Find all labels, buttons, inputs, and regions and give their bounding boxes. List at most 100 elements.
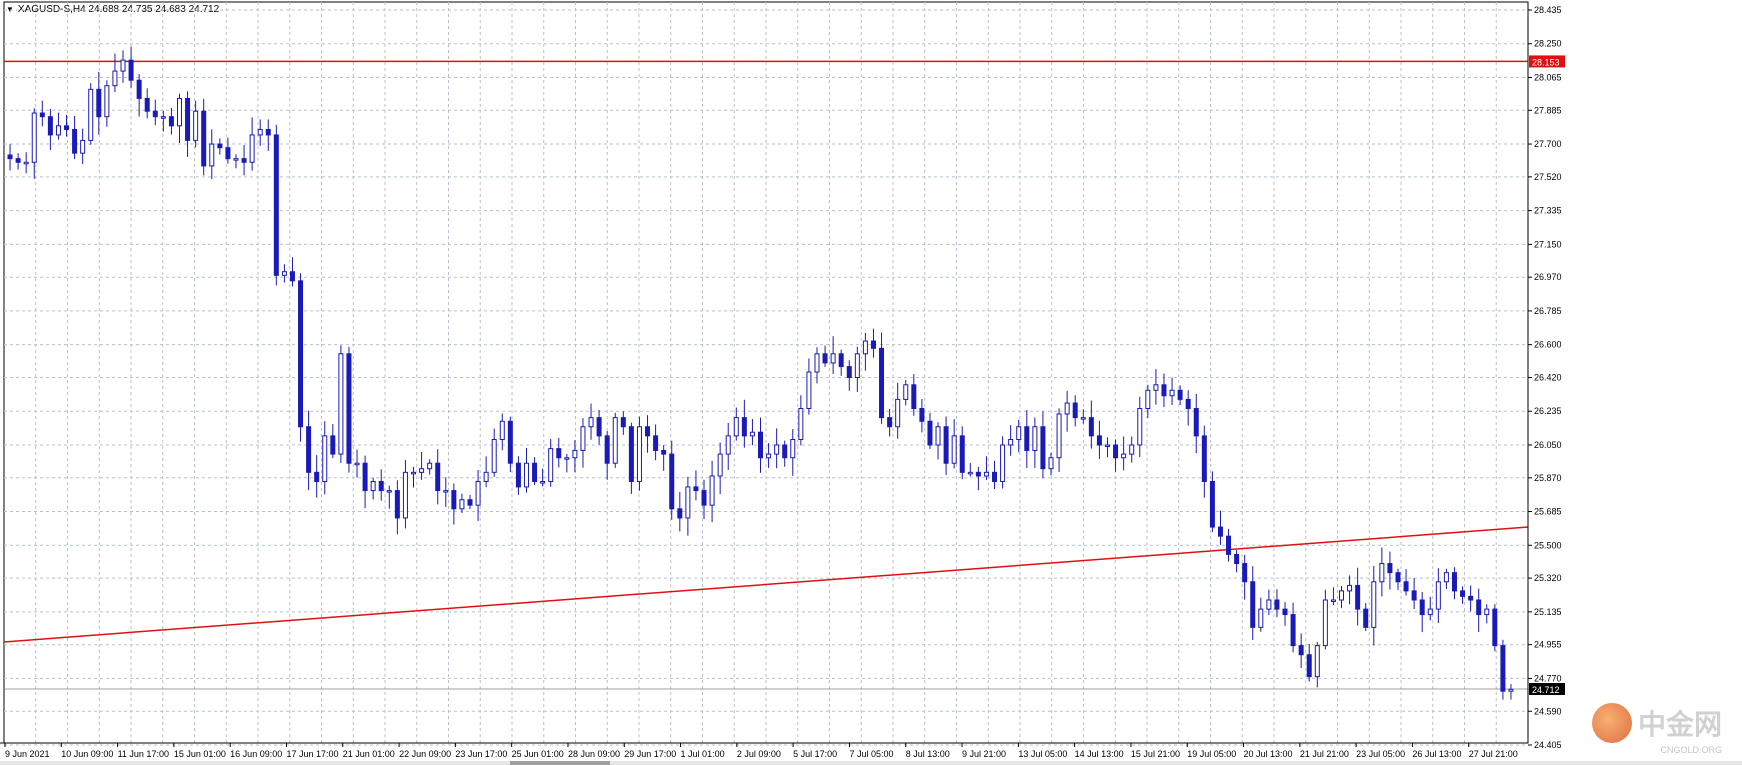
candle-body-bull bbox=[548, 448, 554, 482]
candle bbox=[1193, 393, 1199, 453]
candle-body-bull bbox=[967, 471, 973, 475]
candle bbox=[55, 112, 61, 140]
candle bbox=[887, 408, 893, 437]
candle bbox=[1330, 587, 1336, 606]
candle bbox=[515, 456, 521, 495]
candle bbox=[1129, 436, 1135, 463]
price-tick-label: 25.320 bbox=[1534, 573, 1562, 583]
candle-body-bear bbox=[1290, 614, 1296, 647]
candle bbox=[1161, 373, 1167, 408]
candle-body-bull bbox=[1379, 563, 1385, 583]
candle bbox=[992, 460, 998, 490]
candle bbox=[556, 438, 562, 468]
candle bbox=[967, 463, 973, 477]
candle-body-bull bbox=[1129, 444, 1135, 455]
candle-body-bear bbox=[201, 110, 207, 167]
time-tick-label: 21 Jul 21:00 bbox=[1300, 749, 1349, 759]
candle bbox=[1355, 567, 1361, 626]
candle bbox=[249, 117, 255, 171]
candle bbox=[31, 108, 37, 179]
price-tick-label: 24.405 bbox=[1534, 740, 1562, 750]
candle bbox=[1476, 588, 1482, 633]
candle bbox=[1322, 589, 1328, 650]
candle-body-bull bbox=[386, 490, 392, 493]
candle bbox=[1298, 633, 1304, 669]
candle-body-bear bbox=[1209, 480, 1215, 528]
time-tick-label: 9 Jul 21:00 bbox=[962, 749, 1006, 759]
candle-body-bull bbox=[80, 139, 86, 154]
candle bbox=[1064, 390, 1070, 432]
candle bbox=[1258, 597, 1264, 632]
candle-body-bull bbox=[120, 59, 126, 72]
candle bbox=[168, 107, 174, 135]
candle-body-bull bbox=[1339, 590, 1345, 601]
candle-body-bear bbox=[1274, 599, 1280, 610]
candle bbox=[1056, 408, 1062, 472]
candle-body-bear bbox=[870, 340, 876, 349]
candle-body-bear bbox=[289, 271, 295, 282]
candle bbox=[927, 412, 933, 450]
candle bbox=[411, 466, 417, 488]
candle-body-bull bbox=[1121, 453, 1127, 459]
candle bbox=[96, 71, 102, 135]
time-tick-label: 2 Jul 09:00 bbox=[737, 749, 781, 759]
current-price-label: 24.712 bbox=[1532, 685, 1560, 695]
candle-body-bear bbox=[515, 462, 521, 488]
candle bbox=[298, 273, 304, 442]
candle bbox=[1274, 589, 1280, 618]
candle bbox=[378, 469, 384, 501]
candle bbox=[257, 119, 263, 146]
price-tick-label: 26.970 bbox=[1534, 272, 1562, 282]
candle bbox=[879, 332, 885, 424]
candle-body-bull bbox=[1322, 599, 1328, 647]
candle-body-bull bbox=[774, 444, 780, 455]
candle bbox=[620, 411, 626, 435]
candle bbox=[1234, 550, 1240, 573]
candle-body-bull bbox=[814, 353, 820, 373]
time-tick-label: 11 Jun 17:00 bbox=[118, 749, 169, 759]
candle bbox=[604, 431, 610, 480]
candle-body-bull bbox=[31, 112, 37, 163]
candle bbox=[693, 470, 699, 501]
candle-body-bear bbox=[1468, 595, 1474, 601]
candle-body-bear bbox=[741, 417, 747, 437]
bottom-scrollbar[interactable] bbox=[0, 761, 1742, 765]
candle-body-bull bbox=[1153, 384, 1159, 391]
price-tick-label: 26.420 bbox=[1534, 373, 1562, 383]
candle bbox=[1282, 601, 1288, 626]
candle bbox=[1104, 437, 1110, 458]
scrollbar-thumb[interactable] bbox=[510, 761, 610, 765]
candle bbox=[1024, 410, 1030, 468]
price-tick-label: 25.685 bbox=[1534, 507, 1562, 517]
candle bbox=[758, 417, 763, 473]
candle-body-bear bbox=[1306, 654, 1312, 678]
price-tick-label: 24.770 bbox=[1534, 673, 1562, 683]
candle bbox=[1460, 586, 1466, 604]
price-tick-label: 26.600 bbox=[1534, 340, 1562, 350]
candle bbox=[749, 419, 755, 446]
candle bbox=[281, 264, 287, 283]
candle-body-bull bbox=[733, 417, 739, 437]
candle bbox=[717, 442, 723, 495]
candle bbox=[1242, 554, 1248, 600]
candle-body-bull bbox=[1508, 688, 1514, 692]
candle bbox=[741, 399, 747, 448]
candle-body-bear bbox=[1242, 563, 1248, 583]
candle bbox=[427, 459, 433, 475]
candle bbox=[612, 412, 618, 468]
candle bbox=[72, 116, 78, 160]
candle bbox=[685, 476, 691, 536]
candle-body-bear bbox=[225, 147, 231, 160]
time-tick-label: 25 Jun 01:00 bbox=[512, 749, 564, 759]
candle-body-bull bbox=[499, 420, 505, 441]
time-tick-label: 10 Jun 09:00 bbox=[61, 749, 113, 759]
candle-body-bull bbox=[443, 490, 449, 493]
candle-body-bull bbox=[1032, 426, 1038, 451]
candle-body-bull bbox=[1347, 584, 1353, 592]
time-tick-label: 8 Jul 13:00 bbox=[906, 749, 950, 759]
candle-body-bull bbox=[1258, 608, 1264, 628]
candle bbox=[1379, 547, 1385, 597]
candle-body-bear bbox=[1250, 581, 1256, 628]
candle-body-bull bbox=[104, 85, 110, 118]
candle bbox=[39, 100, 45, 127]
